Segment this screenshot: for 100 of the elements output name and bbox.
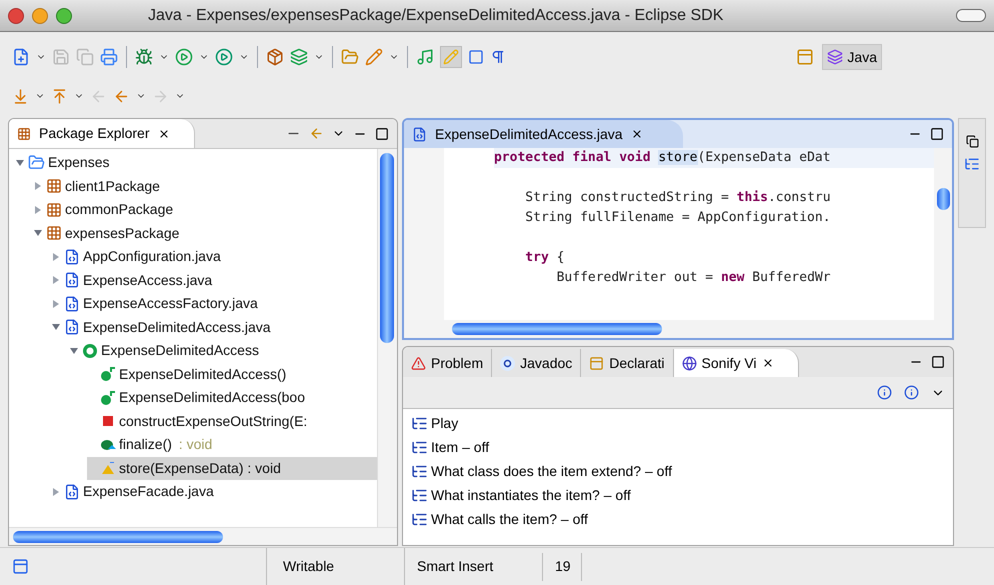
java-file-icon — [64, 319, 80, 336]
package-icon[interactable] — [266, 48, 284, 66]
sonify-list-item[interactable]: What class does the item extend? – off — [410, 459, 954, 483]
layers-icon — [827, 49, 844, 65]
tree-row[interactable]: commonPackage — [33, 198, 377, 222]
perspective-button[interactable]: Java — [822, 44, 882, 70]
print-icon[interactable] — [100, 48, 118, 66]
java-file-icon — [64, 484, 80, 500]
block-icon[interactable] — [468, 49, 484, 65]
up-arrow-icon[interactable] — [51, 88, 68, 104]
pilcrow-icon[interactable] — [490, 49, 506, 65]
folder-icon — [28, 154, 45, 172]
tree-row[interactable]: store(ExpenseData) : void — [87, 456, 377, 480]
collapsed-arrow-icon[interactable] — [51, 298, 61, 309]
declaration-icon — [589, 356, 604, 370]
debug-icon[interactable] — [135, 48, 153, 66]
java-file-icon — [64, 272, 80, 288]
expanded-arrow-icon[interactable] — [51, 322, 61, 332]
tree-item-label: store(ExpenseData) : void — [119, 458, 281, 478]
tree-row[interactable]: constructExpenseOutString(E: — [87, 410, 377, 433]
sonify-list-item[interactable]: Play — [410, 411, 954, 435]
down-arrow-icon[interactable] — [12, 88, 29, 104]
new-file-icon[interactable] — [12, 48, 30, 66]
tree-item-label: AppConfiguration.java — [83, 247, 221, 266]
package-icon — [17, 126, 31, 140]
tree-row[interactable]: AppConfiguration.java — [51, 245, 377, 268]
view-tab[interactable]: Package Explorer — [9, 119, 195, 148]
return-type-label: : void — [178, 435, 212, 454]
view-tab[interactable]: Sonify Vi — [674, 349, 799, 377]
window-title: Java - Expenses/expensesPackage/ExpenseDelimitedAccess.java - Eclipse SDK — [148, 6, 724, 26]
method-icon — [100, 438, 116, 451]
warning-icon — [410, 356, 426, 370]
open-perspective-icon[interactable] — [796, 48, 814, 66]
view-tab[interactable]: Problem — [402, 349, 492, 377]
tree-row[interactable]: ExpenseDelimitedAccess.java — [51, 316, 377, 339]
expanded-arrow-icon[interactable] — [33, 228, 43, 238]
tree-row[interactable]: expensesPackage — [33, 222, 377, 245]
vertical-scrollbar[interactable] — [934, 148, 952, 320]
restore-icon[interactable] — [966, 135, 979, 148]
status-line-number: 19 — [542, 552, 582, 580]
toolbar-toggle-button[interactable] — [956, 9, 986, 22]
tree-item-label: constructExpenseOutString(E: — [119, 412, 308, 431]
fast-view-icon[interactable] — [12, 558, 29, 575]
tree-item-label: Expenses — [48, 153, 110, 172]
package-icon — [46, 225, 62, 242]
maximize-icon[interactable] — [374, 126, 389, 140]
collapsed-arrow-icon[interactable] — [51, 275, 61, 286]
square-icon — [103, 416, 113, 426]
minimize-button[interactable] — [32, 8, 48, 24]
run-external-icon[interactable] — [215, 48, 233, 66]
highlight-toggle-button[interactable] — [440, 46, 462, 68]
vertical-scrollbar[interactable] — [376, 149, 397, 527]
tree-item-label: ExpenseDelimitedAccess(boo — [119, 388, 305, 408]
collapsed-arrow-icon[interactable] — [33, 204, 43, 215]
close-icon[interactable] — [762, 357, 774, 369]
note-icon[interactable] — [416, 48, 434, 66]
tree-item-label: ExpenseDelimitedAccess.java — [83, 318, 271, 337]
java-file-icon — [412, 126, 427, 142]
folder-icon[interactable] — [341, 48, 359, 66]
horizontal-scrollbar[interactable] — [9, 527, 397, 545]
tree-row[interactable]: finalize() : void — [87, 433, 377, 456]
maximize-icon[interactable] — [931, 355, 946, 369]
tree-item-label: ExpenseDelimitedAccess — [101, 341, 259, 360]
sonify-list-item[interactable]: Item – off — [410, 435, 954, 459]
tree-row[interactable]: ExpenseAccess.java — [51, 268, 377, 292]
expanded-arrow-icon[interactable] — [15, 158, 25, 168]
tree-row[interactable]: ExpenseDelimitedAccess() — [87, 362, 377, 386]
code-line: String fullFilename = AppConfiguration. — [524, 209, 832, 227]
editor-tab[interactable]: ExpenseDelimitedAccess.java — [404, 120, 683, 148]
close-icon[interactable] — [158, 128, 170, 140]
expanded-arrow-icon[interactable] — [69, 346, 79, 356]
code-line: BufferedWriter out = new BufferedWr — [556, 269, 832, 287]
tree-row[interactable]: ExpenseFacade.java — [51, 480, 377, 504]
close-button[interactable] — [8, 8, 24, 24]
tree-item-label: ExpenseDelimitedAccess() — [119, 364, 286, 384]
status-writable: Writable — [266, 548, 404, 585]
collapsed-arrow-icon[interactable] — [51, 252, 61, 262]
tree-row[interactable]: ExpenseAccessFactory.java — [51, 292, 377, 316]
status-insert-mode: Smart Insert — [404, 548, 542, 585]
tree-row[interactable]: ExpenseDelimitedAccess(boo — [87, 386, 377, 410]
package-icon — [46, 202, 62, 218]
maximize-icon[interactable] — [930, 127, 944, 141]
pencil-icon[interactable] — [365, 48, 383, 66]
collapsed-arrow-icon[interactable] — [33, 181, 43, 192]
run-icon[interactable] — [175, 48, 193, 66]
info-icon[interactable] — [877, 385, 892, 400]
tree-row[interactable]: Expenses — [15, 151, 377, 174]
tree-row[interactable]: client1Package — [33, 174, 377, 198]
zoom-button[interactable] — [56, 8, 72, 24]
sonify-list-item[interactable]: What instantiates the item? – off — [410, 483, 954, 507]
sonify-list-item[interactable]: What calls the item? – off — [410, 507, 954, 531]
close-icon[interactable] — [630, 128, 643, 140]
collapsed-arrow-icon[interactable] — [51, 486, 61, 497]
info-icon[interactable] — [904, 385, 920, 400]
tree-item-label: expensesPackage — [65, 224, 180, 243]
tree-item-label: ExpenseAccessFactory.java — [83, 294, 258, 314]
outline-icon[interactable] — [964, 156, 980, 172]
horizontal-scrollbar[interactable] — [404, 320, 952, 338]
tree-item-label: ExpenseFacade.java — [83, 482, 214, 502]
tree-row[interactable]: ExpenseDelimitedAccess — [69, 339, 377, 362]
